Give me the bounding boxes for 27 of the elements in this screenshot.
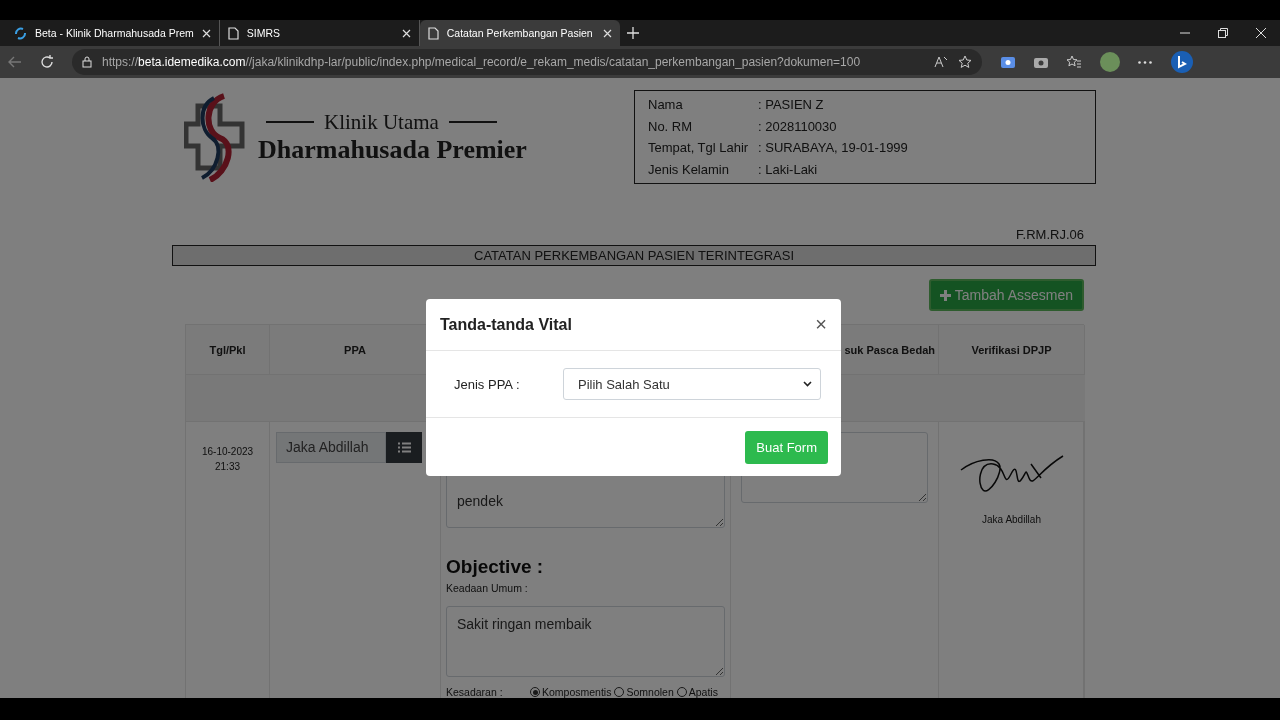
modal-title: Tanda-tanda Vital — [440, 315, 572, 334]
tab-title: SIMRS — [246, 27, 281, 39]
verifier-name: Jaka Abdillah — [982, 514, 1041, 525]
radio-label: Komposmentis — [542, 686, 612, 698]
info-label: Nama — [648, 96, 684, 114]
column-header: Verifikasi DPJP — [939, 325, 1085, 375]
section-heading: Objective : — [446, 556, 545, 578]
form-code: F.RM.RJ.06 — [1015, 227, 1085, 242]
form-title: CATATAN PERKEMBANGAN PASIEN TERINTEGRASI — [172, 245, 1096, 266]
column-header: Tgl/Pkl — [186, 325, 270, 375]
date-time: 16-10-2023 21:33 — [200, 445, 255, 474]
tab-title: Catatan Perkembangan Pasien — [446, 27, 594, 39]
field-label: Jenis PPA : — [454, 376, 521, 392]
field-label: Kesadaran : — [446, 686, 504, 698]
radio-label: Apatis — [688, 686, 718, 698]
logo-title: Dharmahusada Premier — [258, 134, 527, 165]
info-value: : 2028110030 — [758, 117, 837, 136]
info-label: No. RM — [648, 117, 694, 136]
info-value: : SURABAYA, 19-01-1999 — [758, 139, 908, 157]
logo-subtitle: Klinik Utama — [266, 109, 527, 135]
radio-label: Somnolen — [626, 686, 674, 698]
info-label: Jenis Kelamin — [648, 160, 730, 179]
tab-title: Beta - Klinik Dharmahusada Prem — [35, 27, 194, 39]
info-label: Tempat, Tgl Lahir — [648, 139, 750, 157]
field-label: Keadaan Umum : — [446, 582, 529, 594]
info-value: : Laki-Laki — [758, 160, 818, 179]
info-value: : PASIEN Z — [758, 96, 824, 114]
